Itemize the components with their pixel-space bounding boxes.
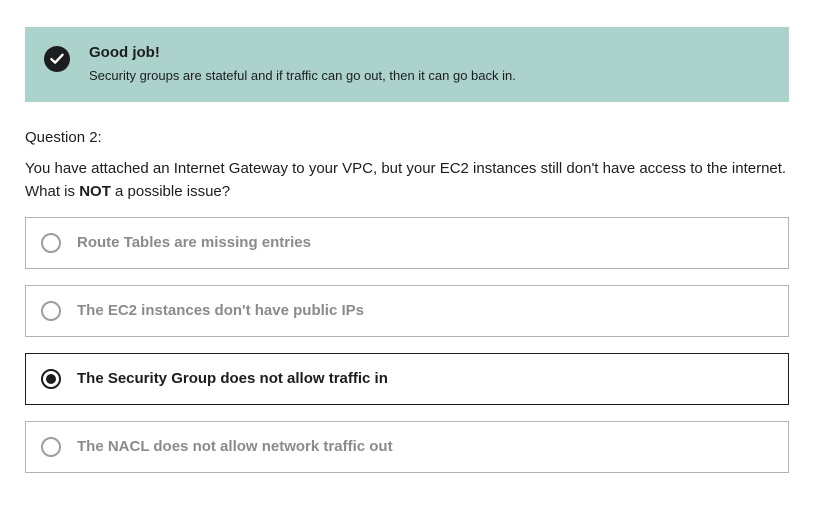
answer-option-3[interactable]: The Security Group does not allow traffi… bbox=[25, 353, 789, 405]
answer-option-1[interactable]: Route Tables are missing entries bbox=[25, 217, 789, 269]
answer-option-label: The EC2 instances don't have public IPs bbox=[77, 302, 364, 319]
feedback-message: Security groups are stateful and if traf… bbox=[89, 68, 516, 83]
answer-option-label: The NACL does not allow network traffic … bbox=[77, 438, 393, 455]
question-text: You have attached an Internet Gateway to… bbox=[25, 157, 795, 203]
radio-button[interactable] bbox=[41, 369, 61, 389]
radio-button[interactable] bbox=[41, 437, 61, 457]
answer-option-label: The Security Group does not allow traffi… bbox=[77, 370, 388, 387]
question-text-emphasis: NOT bbox=[79, 183, 111, 200]
feedback-banner: Good job! Security groups are stateful a… bbox=[25, 27, 789, 102]
question-text-after: a possible issue? bbox=[110, 183, 231, 200]
answer-option-4[interactable]: The NACL does not allow network traffic … bbox=[25, 421, 789, 473]
feedback-title: Good job! bbox=[89, 44, 160, 61]
question-label: Question 2: bbox=[25, 129, 102, 146]
radio-button[interactable] bbox=[41, 301, 61, 321]
answer-option-2[interactable]: The EC2 instances don't have public IPs bbox=[25, 285, 789, 337]
radio-button[interactable] bbox=[41, 233, 61, 253]
answer-option-label: Route Tables are missing entries bbox=[77, 234, 311, 251]
check-circle-icon bbox=[44, 46, 70, 72]
